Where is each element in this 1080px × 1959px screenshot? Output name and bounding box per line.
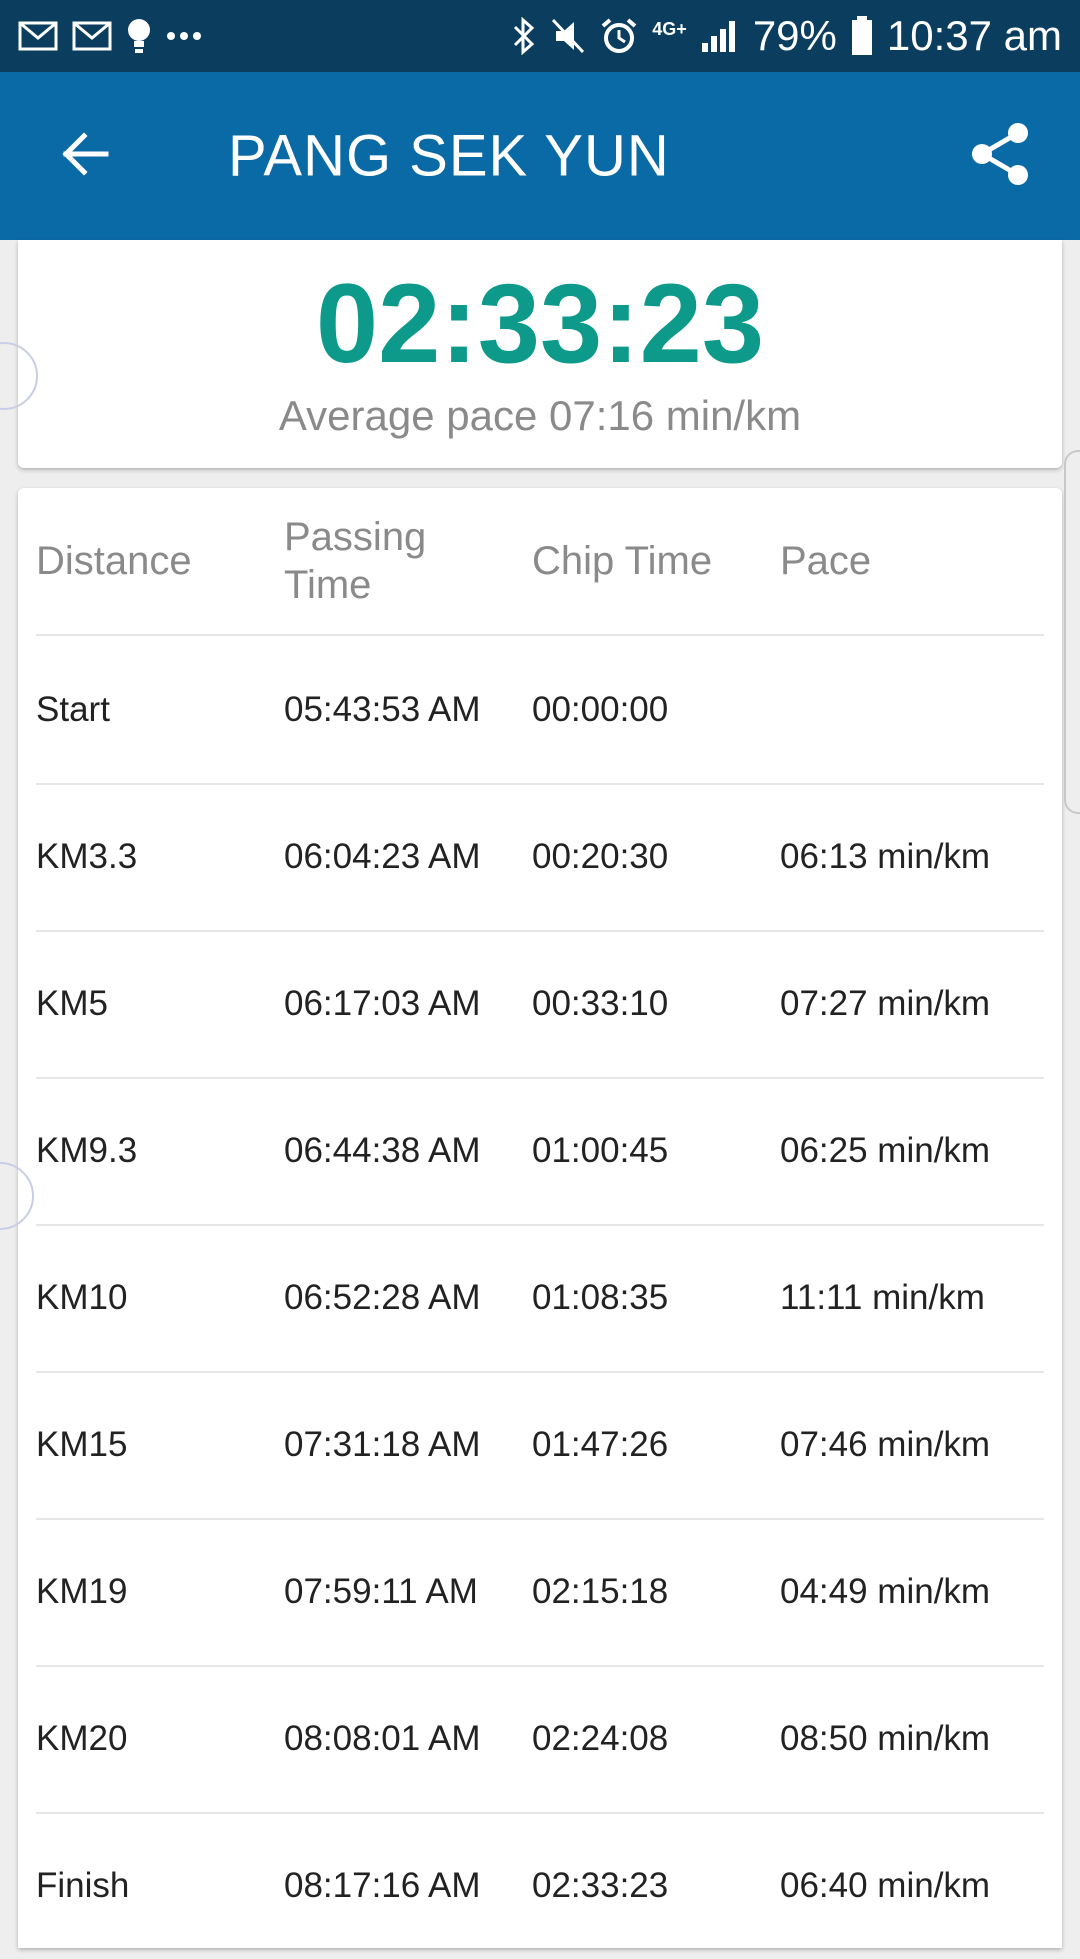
cell-passing-time: 06:04:23 AM <box>284 836 481 876</box>
status-bar: 4G+ 79% 10:37 am <box>0 0 1080 72</box>
edge-panel-handle[interactable] <box>1064 450 1080 814</box>
bluetooth-icon <box>512 17 536 55</box>
average-pace: Average pace 07:16 min/km <box>278 392 802 439</box>
table-row: Finish 08:17:16 AM 02:33:23 06:40 min/km <box>36 1812 1044 1959</box>
cell-pace: 07:46 min/km <box>780 1424 991 1464</box>
cell-chip-time: 01:08:35 <box>532 1277 669 1317</box>
lightbulb-icon <box>126 17 152 55</box>
cell-chip-time: 02:33:23 <box>532 1865 669 1905</box>
cell-distance: KM3.3 <box>36 836 138 876</box>
mail-icon <box>72 21 112 51</box>
cell-chip-time: 02:24:08 <box>532 1718 669 1758</box>
network-type-label: 4G+ <box>652 19 687 39</box>
cell-distance: Finish <box>36 1865 130 1905</box>
status-bar-right: 4G+ 79% 10:37 am <box>512 15 1062 57</box>
cell-chip-time: 00:33:10 <box>532 983 669 1023</box>
table-row: KM9.3 06:44:38 AM 01:00:45 06:25 min/km <box>36 1077 1044 1226</box>
clock: 10:37 am <box>886 12 1062 59</box>
battery-percent: 79% <box>752 12 837 59</box>
table-row: Start 05:43:53 AM 00:00:00 <box>36 636 1044 785</box>
cell-chip-time: 02:15:18 <box>532 1571 669 1611</box>
back-arrow-icon <box>60 129 110 184</box>
back-button[interactable] <box>50 121 120 191</box>
header-passing-time-label: Passing Time <box>284 515 427 607</box>
table-row: KM15 07:31:18 AM 01:47:26 07:46 min/km <box>36 1371 1044 1520</box>
splits-table: Distance Passing Time Chip Time Pace Sta… <box>18 488 1062 1948</box>
cell-distance: KM20 <box>36 1718 128 1758</box>
cell-passing-time: 06:52:28 AM <box>284 1277 481 1317</box>
table-row: KM5 06:17:03 AM 00:33:10 07:27 min/km <box>36 930 1044 1079</box>
battery-icon <box>851 16 873 56</box>
cell-passing-time: 08:17:16 AM <box>284 1865 481 1905</box>
signal-icon <box>701 19 739 53</box>
cell-distance: KM15 <box>36 1424 128 1464</box>
cell-distance: KM19 <box>36 1571 128 1611</box>
cell-pace: 04:49 min/km <box>780 1571 991 1611</box>
table-row: KM20 08:08:01 AM 02:24:08 08:50 min/km <box>36 1665 1044 1814</box>
more-notifications-icon <box>166 31 202 41</box>
header-chip-time: Chip Time <box>532 539 713 583</box>
cell-pace: 11:11 min/km <box>780 1277 985 1317</box>
cell-passing-time: 08:08:01 AM <box>284 1718 481 1758</box>
mail-icon <box>18 21 58 51</box>
cell-passing-time: 06:17:03 AM <box>284 983 481 1023</box>
cell-chip-time: 00:20:30 <box>532 836 669 876</box>
app-bar: PANG SEK YUN <box>0 72 1080 240</box>
cell-pace: 06:40 min/km <box>780 1865 991 1905</box>
total-time: 02:33:23 <box>315 261 765 386</box>
share-button[interactable] <box>960 116 1040 196</box>
cell-passing-time: 07:31:18 AM <box>284 1424 481 1464</box>
summary-card: 02:33:23 Average pace 07:16 min/km <box>18 240 1062 468</box>
page-title: PANG SEK YUN <box>228 123 670 189</box>
table-row: KM19 07:59:11 AM 02:15:18 04:49 min/km <box>36 1518 1044 1667</box>
cell-passing-time: 06:44:38 AM <box>284 1130 481 1170</box>
alarm-icon <box>600 17 638 55</box>
cell-distance: KM5 <box>36 983 108 1023</box>
table-row: KM3.3 06:04:23 AM 00:20:30 06:13 min/km <box>36 783 1044 932</box>
cell-passing-time: 07:59:11 AM <box>284 1571 478 1611</box>
cell-distance: Start <box>36 689 110 729</box>
cell-distance: KM10 <box>36 1277 128 1317</box>
cell-chip-time: 01:00:45 <box>532 1130 669 1170</box>
mute-icon <box>550 17 586 55</box>
cell-chip-time: 00:00:00 <box>532 689 669 729</box>
cell-pace: 08:50 min/km <box>780 1718 991 1758</box>
share-icon <box>970 122 1030 191</box>
cell-pace: 06:25 min/km <box>780 1130 991 1170</box>
header-passing-time: Passing Time <box>284 488 474 634</box>
header-pace: Pace <box>780 539 872 583</box>
table-header: Distance Passing Time Chip Time Pace <box>36 488 1044 636</box>
cell-passing-time: 05:43:53 AM <box>284 689 481 729</box>
header-distance: Distance <box>36 539 192 583</box>
cell-pace: 06:13 min/km <box>780 836 991 876</box>
cell-chip-time: 01:47:26 <box>532 1424 669 1464</box>
cell-pace: 07:27 min/km <box>780 983 991 1023</box>
status-bar-left <box>18 17 202 55</box>
cell-distance: KM9.3 <box>36 1130 138 1170</box>
table-row: KM10 06:52:28 AM 01:08:35 11:11 min/km <box>36 1224 1044 1373</box>
